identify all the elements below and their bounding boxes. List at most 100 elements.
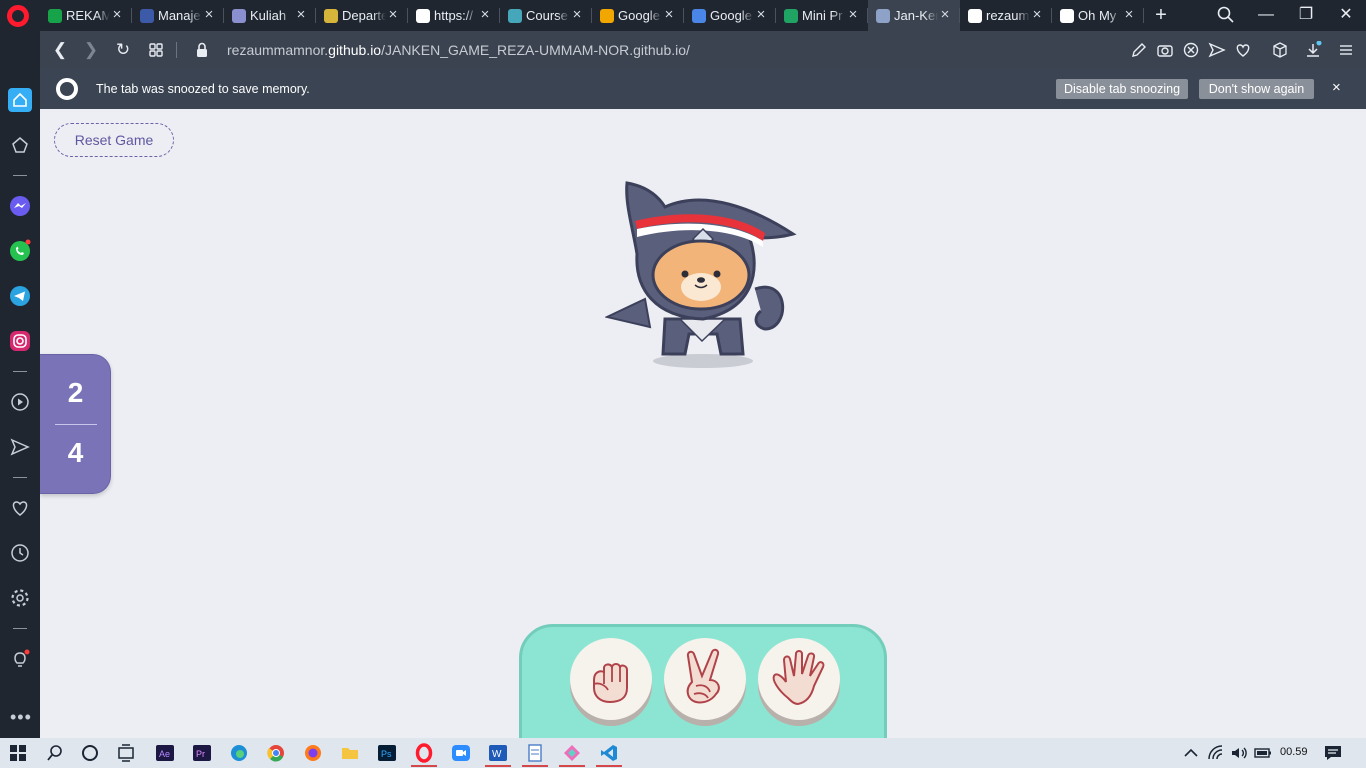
browser-tab[interactable]: Google × bbox=[592, 0, 684, 31]
tab-close-icon[interactable]: × bbox=[1030, 7, 1044, 23]
tab-close-icon[interactable]: × bbox=[386, 7, 400, 23]
notifications-icon[interactable] bbox=[1323, 743, 1343, 763]
tab-favicon-icon bbox=[968, 8, 982, 23]
tab-close-icon[interactable]: × bbox=[1122, 7, 1136, 23]
dont-show-again-button[interactable]: Don't show again bbox=[1199, 79, 1314, 99]
snooze-notification-bar: The tab was snoozed to save memory. Disa… bbox=[40, 69, 1366, 109]
svg-text:Pr: Pr bbox=[196, 749, 205, 759]
tab-close-icon[interactable]: × bbox=[202, 7, 216, 23]
settings-gear-icon[interactable] bbox=[8, 586, 32, 610]
opera-taskbar-icon[interactable] bbox=[414, 743, 434, 763]
home-icon[interactable] bbox=[8, 88, 32, 112]
messenger-icon[interactable] bbox=[8, 194, 32, 218]
tab-close-icon[interactable]: × bbox=[846, 7, 860, 23]
paper-button[interactable] bbox=[758, 638, 840, 720]
forward-button[interactable]: ❯ bbox=[81, 40, 101, 60]
tab-close-icon[interactable]: × bbox=[110, 7, 124, 23]
volume-icon[interactable] bbox=[1229, 743, 1249, 763]
tab-title: Course bbox=[526, 8, 568, 23]
browser-tab[interactable]: Departe × bbox=[316, 0, 408, 31]
taskbar-clock[interactable]: 00.59 bbox=[1280, 746, 1308, 758]
close-notification-button[interactable]: × bbox=[1332, 80, 1341, 96]
task-view-icon[interactable] bbox=[116, 743, 136, 763]
lock-icon[interactable] bbox=[193, 41, 211, 59]
speed-dial-grid-icon[interactable] bbox=[147, 41, 165, 59]
edge-icon[interactable] bbox=[229, 743, 249, 763]
browser-tab[interactable]: Jan-Ker × bbox=[868, 0, 960, 31]
instagram-icon[interactable] bbox=[8, 329, 32, 353]
player-icon[interactable] bbox=[8, 390, 32, 414]
my-flow-icon[interactable] bbox=[8, 435, 32, 459]
browser-tab[interactable]: Course × bbox=[500, 0, 592, 31]
minimize-button[interactable]: — bbox=[1255, 4, 1277, 26]
scissors-button[interactable] bbox=[664, 638, 746, 720]
tab-close-icon[interactable]: × bbox=[938, 7, 952, 23]
tips-lightbulb-icon[interactable] bbox=[8, 647, 32, 671]
url-field[interactable]: rezaummamnor.github.io/JANKEN_GAME_REZA-… bbox=[227, 42, 690, 58]
tab-title: Oh My bbox=[1078, 8, 1117, 23]
firefox-icon[interactable] bbox=[303, 743, 323, 763]
score-bottom: 4 bbox=[67, 437, 84, 468]
tab-title: Departe bbox=[342, 8, 386, 23]
history-clock-icon[interactable] bbox=[8, 541, 32, 565]
telegram-icon[interactable] bbox=[8, 284, 32, 308]
word-icon[interactable]: W bbox=[488, 743, 508, 763]
whatsapp-icon[interactable] bbox=[8, 239, 32, 263]
tab-search-icon[interactable] bbox=[1216, 5, 1236, 25]
url-path: /JANKEN_GAME_REZA-UMMAM-NOR.github.io/ bbox=[381, 42, 690, 58]
show-hidden-icons-chevron-icon[interactable] bbox=[1181, 743, 1201, 763]
window-close-button[interactable]: ✕ bbox=[1335, 4, 1357, 26]
adblock-icon[interactable] bbox=[1182, 41, 1200, 59]
wifi-icon[interactable] bbox=[1206, 743, 1226, 763]
photoshop-icon[interactable]: Ps bbox=[377, 743, 397, 763]
edit-icon[interactable] bbox=[1130, 41, 1148, 59]
browser-tab[interactable]: Kuliah × bbox=[224, 0, 316, 31]
pinboard-icon[interactable] bbox=[8, 133, 32, 157]
rock-fist-icon bbox=[593, 663, 628, 704]
easy-setup-icon[interactable] bbox=[1337, 41, 1355, 59]
premiere-icon[interactable]: Pr bbox=[192, 743, 212, 763]
tab-favicon-icon bbox=[48, 8, 62, 23]
cube-icon[interactable] bbox=[1271, 41, 1289, 59]
tab-close-icon[interactable]: × bbox=[570, 7, 584, 23]
taskbar-search-icon[interactable] bbox=[45, 743, 65, 763]
heart-icon[interactable] bbox=[1234, 41, 1252, 59]
opera-logo-icon[interactable] bbox=[7, 5, 29, 27]
vscode-icon[interactable] bbox=[599, 743, 619, 763]
browser-tab[interactable]: https:// × bbox=[408, 0, 500, 31]
browser-tab[interactable]: Google × bbox=[684, 0, 776, 31]
new-tab-button[interactable]: + bbox=[1150, 3, 1172, 27]
after-effects-icon[interactable]: Ae bbox=[155, 743, 175, 763]
rock-button[interactable] bbox=[570, 638, 652, 720]
cortana-icon[interactable] bbox=[80, 743, 100, 763]
score-divider bbox=[55, 424, 97, 425]
sidebar-more-icon[interactable]: ••• bbox=[10, 707, 32, 728]
windows-start-icon[interactable] bbox=[8, 743, 28, 763]
restore-button[interactable]: ❐ bbox=[1295, 4, 1317, 26]
browser-tab[interactable]: REKAM × bbox=[40, 0, 132, 31]
chrome-icon[interactable] bbox=[266, 743, 286, 763]
tab-close-icon[interactable]: × bbox=[754, 7, 768, 23]
tab-close-icon[interactable]: × bbox=[478, 7, 492, 23]
reset-game-button[interactable]: Reset Game bbox=[54, 123, 174, 157]
back-button[interactable]: ❮ bbox=[50, 40, 70, 60]
reload-button[interactable]: ↻ bbox=[113, 40, 133, 60]
battery-icon[interactable] bbox=[1253, 743, 1273, 763]
tab-close-icon[interactable]: × bbox=[294, 7, 308, 23]
camera-icon[interactable] bbox=[1156, 41, 1174, 59]
tab-close-icon[interactable]: × bbox=[662, 7, 676, 23]
browser-tab[interactable]: Mini Pr × bbox=[776, 0, 868, 31]
color-app-icon[interactable] bbox=[562, 743, 582, 763]
bookmarks-heart-icon[interactable] bbox=[8, 496, 32, 520]
notepad-icon[interactable] bbox=[525, 743, 545, 763]
browser-tab[interactable]: Manaje × bbox=[132, 0, 224, 31]
zoom-icon[interactable] bbox=[451, 743, 471, 763]
download-icon[interactable] bbox=[1304, 41, 1322, 59]
send-icon[interactable] bbox=[1208, 41, 1226, 59]
tab-favicon-icon bbox=[416, 8, 430, 23]
file-explorer-icon[interactable] bbox=[340, 743, 360, 763]
tab-favicon-icon bbox=[508, 8, 522, 23]
browser-tab[interactable]: Oh My × bbox=[1052, 0, 1144, 31]
disable-tab-snoozing-button[interactable]: Disable tab snoozing bbox=[1056, 79, 1188, 99]
browser-tab[interactable]: rezaum × bbox=[960, 0, 1052, 31]
